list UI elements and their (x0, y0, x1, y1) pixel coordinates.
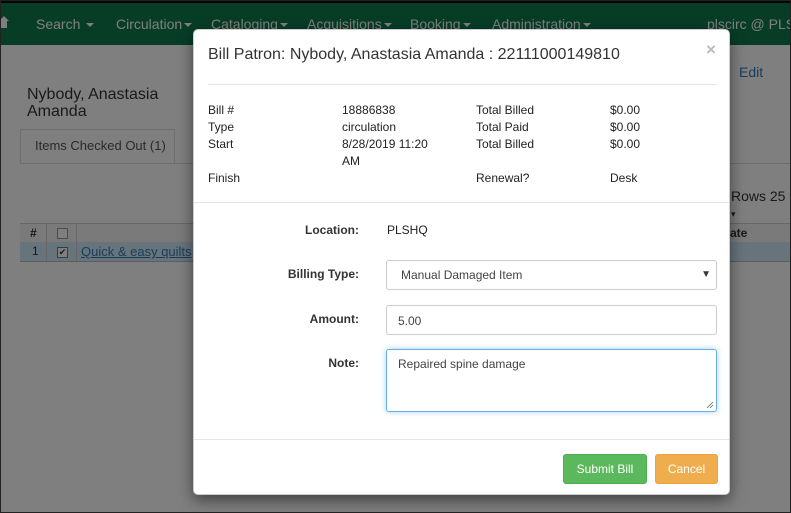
amount-input[interactable]: 5.00 (386, 305, 717, 335)
total-paid-value: $0.00 (610, 120, 641, 134)
total-billed-value: $0.00 (610, 103, 641, 117)
resize-handle-icon[interactable] (706, 401, 714, 409)
submit-bill-button[interactable]: Submit Bill (563, 454, 647, 484)
location-value: PLSHQ (387, 223, 428, 237)
divider (208, 84, 717, 85)
divider (194, 439, 729, 440)
billing-type-label: Billing Type: (287, 267, 359, 281)
close-icon[interactable]: × (706, 40, 716, 60)
start-label: Start (208, 137, 234, 151)
dialog-title: Bill Patron: Nybody, Anastasia Amanda : … (208, 46, 620, 63)
type-value: circulation (342, 120, 397, 134)
finish-label: Finish (208, 171, 241, 185)
chevron-down-icon: ▼ (701, 269, 711, 280)
note-text: Repaired spine damage (398, 357, 526, 371)
note-textarea[interactable]: Repaired spine damage (386, 349, 717, 412)
renewal-label: Renewal? (476, 171, 530, 185)
total-billed-label: Total Billed (476, 103, 535, 117)
billing-type-selected: Manual Damaged Item (401, 268, 523, 282)
renewal-value: Desk (610, 171, 638, 185)
start-value: 8/28/2019 11:20 AM (342, 137, 428, 168)
total-paid-label: Total Paid (476, 120, 529, 134)
bill-patron-dialog: Bill Patron: Nybody, Anastasia Amanda : … (193, 29, 730, 495)
billing-type-select[interactable]: Manual Damaged Item ▼ (386, 260, 717, 290)
amount-label: Amount: (309, 312, 359, 326)
bill-number-label: Bill # (208, 103, 235, 117)
cancel-button[interactable]: Cancel (655, 454, 718, 484)
total-billed-label-2: Total Billed (476, 137, 535, 151)
location-label: Location: (305, 223, 359, 237)
bill-number-value: 18886838 (342, 103, 396, 117)
total-billed-value-2: $0.00 (610, 137, 641, 151)
type-label: Type (208, 120, 235, 134)
note-label: Note: (328, 356, 359, 370)
app-window: Search Circulation Cataloging Acquisitio… (0, 0, 791, 513)
divider (194, 202, 729, 203)
